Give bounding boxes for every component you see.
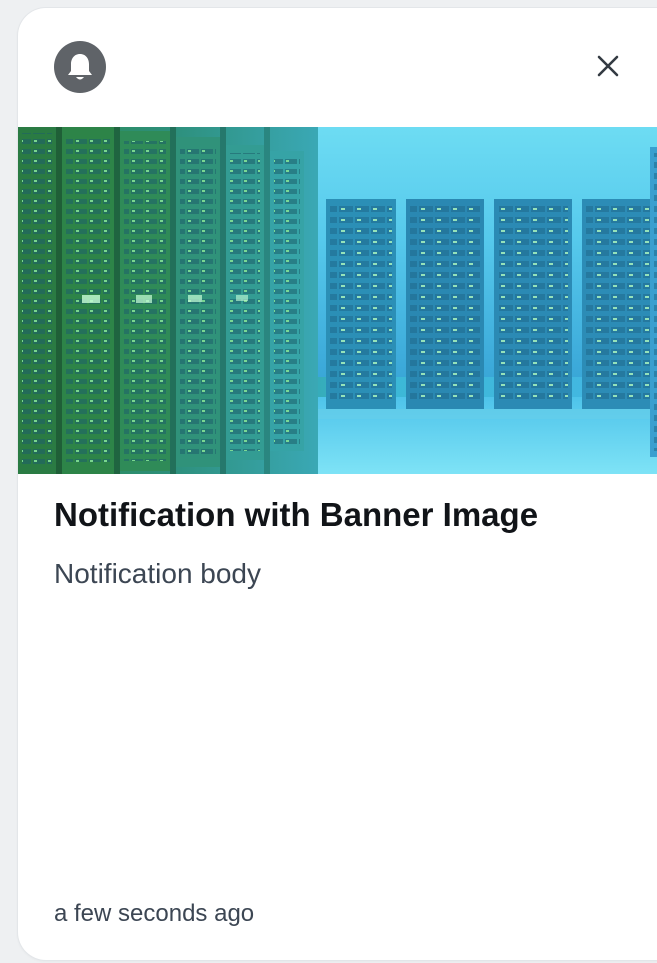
notification-card[interactable]: Notification with Banner Image Notificat…	[18, 8, 657, 960]
notification-body: Notification body	[54, 558, 262, 589]
server-room-image	[18, 127, 657, 474]
bell-icon	[68, 54, 92, 80]
notification-timestamp: a few seconds ago	[54, 900, 255, 927]
app-badge	[54, 41, 106, 93]
notification-title: Notification with Banner Image	[54, 496, 539, 533]
close-button[interactable]	[588, 46, 628, 86]
close-icon	[597, 55, 619, 77]
banner-image	[18, 127, 657, 474]
